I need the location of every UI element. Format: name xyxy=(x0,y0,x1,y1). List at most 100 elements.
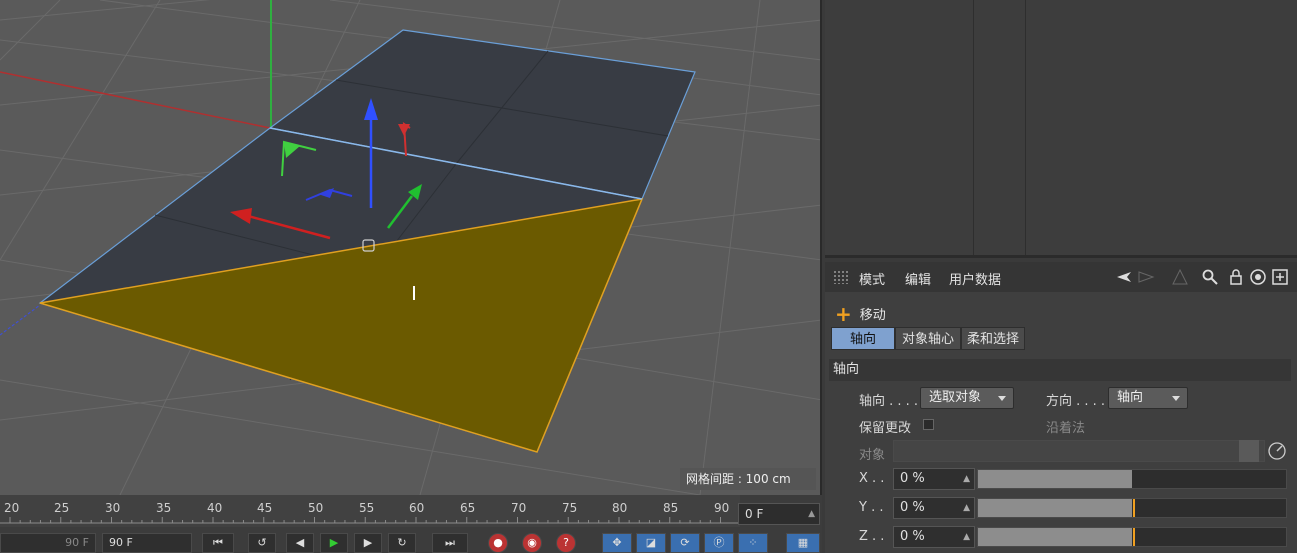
tool-title: + 移动 xyxy=(835,302,886,326)
play-icon: ▶ xyxy=(329,536,339,549)
timeline-ruler[interactable]: 20 25 30 35 40 45 50 55 60 65 70 75 80 8… xyxy=(0,495,740,527)
along-normal-label: 沿着法 xyxy=(1046,421,1086,436)
next-key-button[interactable]: ↻ xyxy=(388,533,416,553)
x-label: X . . xyxy=(859,471,885,486)
timeline[interactable]: 20 25 30 35 40 45 50 55 60 65 70 75 80 8… xyxy=(0,495,822,553)
tick-label: 80 xyxy=(612,501,628,515)
grip-icon[interactable] xyxy=(833,270,849,284)
menu-mode[interactable]: 模式 xyxy=(859,269,885,288)
along-normal-checkbox[interactable] xyxy=(1087,412,1099,434)
spin-arrows-icon[interactable]: ▲ xyxy=(963,498,970,518)
spin-arrows-icon[interactable]: ▲ xyxy=(963,527,970,547)
keep-changes-label: 保留更改 xyxy=(859,421,912,436)
x-slider[interactable] xyxy=(977,469,1287,489)
z-label: Z . . xyxy=(859,529,885,544)
axis-dropdown[interactable]: 选取对象 xyxy=(920,387,1014,409)
parameter-icon: Ⓟ xyxy=(713,536,725,549)
step-back-icon: ◀ xyxy=(295,536,305,549)
key-scale-button[interactable]: ◪ xyxy=(636,533,666,553)
go-to-end-button[interactable]: ⏭ xyxy=(432,533,468,553)
tick-label: 55 xyxy=(359,501,375,515)
y-slider[interactable] xyxy=(977,498,1287,518)
menu-edit[interactable]: 编辑 xyxy=(905,269,931,288)
step-forward-icon: ▶ xyxy=(363,536,373,549)
tab-object-axis[interactable]: 对象轴心 xyxy=(895,327,961,350)
axis-label: 轴向 . . . . xyxy=(859,394,919,409)
start-frame-field[interactable]: 90 F xyxy=(0,533,96,553)
key-pla-button[interactable]: ⁘ xyxy=(738,533,768,553)
search-icon[interactable] xyxy=(1201,268,1219,286)
tab-axis[interactable]: 轴向 xyxy=(831,327,895,350)
film-strip-icon: ▦ xyxy=(797,536,809,549)
next-frame-button[interactable]: ▶ xyxy=(354,533,382,553)
prev-frame-button[interactable]: ◀ xyxy=(286,533,314,553)
object-manager-panel[interactable] xyxy=(825,0,1297,258)
loop-back-icon: ↺ xyxy=(257,536,267,549)
tick-label: 35 xyxy=(156,501,172,515)
direction-label: 方向 . . . . xyxy=(1046,394,1106,409)
object-link-button[interactable] xyxy=(1239,440,1259,462)
autokey-button[interactable]: ◉ xyxy=(522,533,542,553)
z-slider-marker xyxy=(1133,528,1135,546)
grid-spacing-label: 网格间距 : 100 cm xyxy=(680,468,816,490)
chevron-down-icon xyxy=(1172,396,1180,401)
end-frame-field[interactable]: 90 F xyxy=(102,533,192,553)
tab-soft-selection[interactable]: 柔和选择 xyxy=(961,327,1025,350)
transport-bar: 90 F 90 F ⏮ ↺ ◀ ▶ ▶ ↻ ⏭ ● ◉ ? ✥ ◪ ⟳ Ⓟ ⁘ … xyxy=(0,531,822,553)
column-divider xyxy=(1025,0,1026,255)
y-slider-marker xyxy=(1133,499,1135,517)
object-link-field[interactable] xyxy=(893,440,1265,462)
direction-dropdown[interactable]: 轴向 xyxy=(1108,387,1188,409)
key-position-button[interactable]: ✥ xyxy=(602,533,632,553)
new-panel-icon[interactable] xyxy=(1271,268,1289,286)
x-value-field[interactable]: 0 % ▲ xyxy=(893,468,975,490)
prev-key-button[interactable]: ↺ xyxy=(248,533,276,553)
keep-changes-checkbox[interactable] xyxy=(923,419,934,430)
section-header-axis[interactable]: 轴向 xyxy=(829,359,1291,381)
tick-label: 30 xyxy=(105,501,121,515)
y-value-field[interactable]: 0 % ▲ xyxy=(893,497,975,519)
pick-object-icon[interactable] xyxy=(1267,441,1287,461)
current-frame-field[interactable]: 0 F ▲ xyxy=(738,503,820,525)
z-slider[interactable] xyxy=(977,527,1287,547)
world-x-axis xyxy=(0,71,271,129)
chevron-down-icon xyxy=(998,396,1006,401)
dots-grid-icon: ⁘ xyxy=(748,536,758,549)
record-icon: ● xyxy=(493,536,503,549)
tick-label: 45 xyxy=(257,501,273,515)
spin-arrows-icon[interactable]: ▲ xyxy=(808,504,815,524)
z-value-field[interactable]: 0 % ▲ xyxy=(893,526,975,548)
menu-user-data[interactable]: 用户数据 xyxy=(949,269,1001,288)
move-tool-icon: + xyxy=(835,302,852,326)
tick-label: 25 xyxy=(54,501,70,515)
target-icon[interactable] xyxy=(1249,268,1267,286)
key-parameter-button[interactable]: Ⓟ xyxy=(704,533,734,553)
record-button[interactable]: ● xyxy=(488,533,508,553)
play-button[interactable]: ▶ xyxy=(320,533,348,553)
timeline-scheme-button[interactable]: ▦ xyxy=(786,533,820,553)
3d-viewport[interactable]: 网格间距 : 100 cm xyxy=(0,0,822,495)
y-slider-fill xyxy=(978,499,1132,517)
tick-label: 40 xyxy=(207,501,223,515)
current-frame-value: 0 F xyxy=(745,507,764,521)
back-arrow-icon[interactable] xyxy=(1115,268,1133,286)
forward-arrow-icon[interactable] xyxy=(1137,268,1155,286)
spin-arrows-icon[interactable]: ▲ xyxy=(963,469,970,489)
viewport-scene[interactable] xyxy=(0,0,822,495)
tick-label: 85 xyxy=(663,501,679,515)
lock-icon[interactable] xyxy=(1227,268,1245,286)
keyframe-help-button[interactable]: ? xyxy=(556,533,576,553)
autokey-icon: ◉ xyxy=(527,536,537,549)
up-arrow-icon[interactable] xyxy=(1171,268,1189,286)
scale-icon: ◪ xyxy=(645,536,657,549)
key-rotation-button[interactable]: ⟳ xyxy=(670,533,700,553)
tick-label: 50 xyxy=(308,501,324,515)
attribute-menu-bar: 模式 编辑 用户数据 xyxy=(825,262,1297,292)
y-label: Y . . xyxy=(859,500,884,515)
rotate-icon: ⟳ xyxy=(680,536,690,549)
attribute-manager: 模式 编辑 用户数据 + 移动 轴向 对象轴心 柔和选择 轴向 轴向 . . . … xyxy=(825,262,1297,553)
world-z-axis xyxy=(0,304,41,336)
go-to-start-button[interactable]: ⏮ xyxy=(202,533,234,553)
object-label: 对象 xyxy=(859,448,886,463)
skip-start-icon: ⏮ xyxy=(213,536,223,549)
